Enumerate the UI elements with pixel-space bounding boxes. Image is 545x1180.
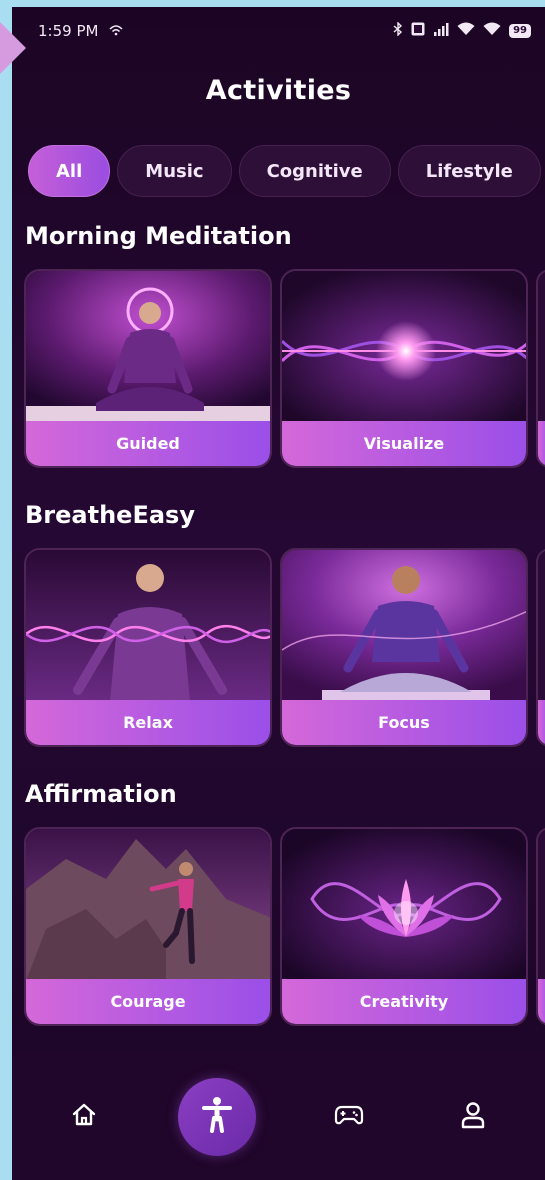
status-time: 1:59 PM [38,22,99,40]
card-label-creativity: Creativity [282,979,526,1024]
card-row-breatheeasy: Relax Focus [24,548,545,747]
card-label-focus: Focus [282,700,526,745]
activity-card-creativity[interactable]: Creativity [280,827,528,1026]
peek-image [538,829,545,981]
accessibility-icon [201,1096,232,1138]
nav-games-button[interactable] [319,1087,379,1147]
filter-chip-lifestyle[interactable]: Lifestyle [397,145,541,197]
filter-chip-all[interactable]: All [28,145,111,197]
card-row-morning-meditation: Guided Visualize [24,269,545,468]
peek-label [538,700,545,745]
filter-chip-music[interactable]: Music [117,145,232,197]
section-title-breatheeasy: BreatheEasy [25,501,195,529]
peek-image [538,550,545,702]
card-label-relax: Relax [26,700,270,745]
activity-card-visualize[interactable]: Visualize [280,269,528,468]
nav-home-button[interactable] [54,1087,114,1147]
activity-card-courage[interactable]: Courage [24,827,272,1026]
peek-image [538,271,545,423]
status-bar: 1:59 PM 99 [12,7,545,55]
card-label-courage: Courage [26,979,270,1024]
gamepad-icon [334,1104,364,1130]
section-title-affirmation: Affirmation [25,780,177,808]
wifi-secondary-icon [483,22,501,40]
profile-icon [460,1101,486,1133]
home-icon [71,1102,97,1132]
phone-screen: 1:59 PM 99 Activities All Music Cognitiv… [12,7,545,1180]
activity-card-focus[interactable]: Focus [280,548,528,747]
bottom-nav [12,1053,545,1180]
activity-card-peek[interactable] [536,548,545,747]
creativity-image [282,829,526,981]
filter-chips: All Music Cognitive Lifestyle [28,145,541,197]
activity-card-peek[interactable] [536,269,545,468]
volte-icon [411,22,425,40]
focus-image [282,550,526,702]
activity-card-guided[interactable]: Guided [24,269,272,468]
nav-profile-button[interactable] [443,1087,503,1147]
relax-image [26,550,270,702]
section-title-morning-meditation: Morning Meditation [25,222,292,250]
card-label-guided: Guided [26,421,270,466]
peek-label [538,421,545,466]
battery-indicator: 99 [509,24,531,38]
nav-activities-button[interactable] [177,1077,256,1156]
visualize-image [282,271,526,423]
page-title: Activities [205,75,352,106]
card-row-affirmation: Courage Creativity [24,827,545,1026]
peek-label [538,979,545,1024]
filter-chip-cognitive[interactable]: Cognitive [238,145,391,197]
card-label-visualize: Visualize [282,421,526,466]
activity-card-relax[interactable]: Relax [24,548,272,747]
signal-icon [433,22,449,40]
corner-decoration [0,22,26,74]
courage-image [26,829,270,981]
hotspot-icon [108,22,124,40]
guided-meditation-image [26,271,270,423]
activity-card-peek[interactable] [536,827,545,1026]
wifi-icon [457,22,475,40]
bluetooth-icon [393,21,403,40]
